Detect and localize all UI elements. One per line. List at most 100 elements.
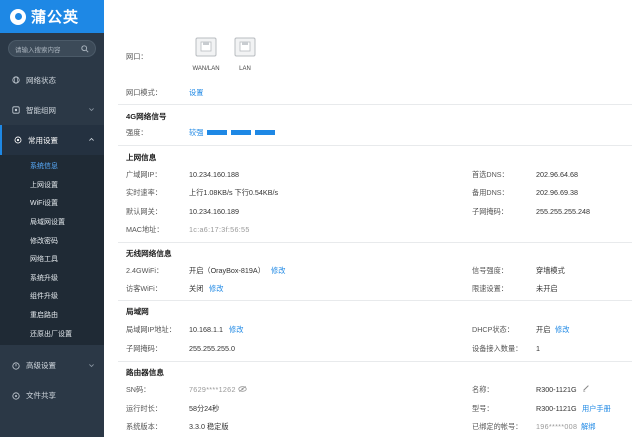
sub-item-factory-reset[interactable]: 还原出厂设置 [0,324,104,343]
bound-account-value: 196*****008 [536,422,577,431]
nav-common-settings[interactable]: 常用设置 [0,125,104,155]
router-name-value: R300-1121G [536,385,577,394]
divider [118,300,632,301]
brand-logo-icon [10,9,26,25]
search-icon[interactable] [81,45,89,53]
wan-mask-value: 255.255.255.248 [536,207,590,216]
lan-mask-label: 子网掩码： [126,344,162,354]
dhcp-label: DHCP状态： [472,325,514,335]
gateway-label: 默认网关： [126,207,162,217]
guest-wifi-label: 访客WiFi： [126,284,162,294]
gateway-value: 10.234.160.189 [189,207,239,216]
chevron-down-icon [88,362,95,369]
nav-smart-network-label: 智能组网 [26,105,56,116]
version-value: 3.3.0 稳定版 [189,422,229,432]
mac-label: MAC地址： [126,225,164,235]
nav-network-status[interactable]: 网络状态 [0,65,104,95]
signal-bar-3 [255,130,275,135]
chevron-down-icon [88,106,95,113]
model-value: R300-1121G [536,404,577,413]
share-icon [12,392,20,400]
nav-file-share[interactable]: 文件共享 [0,381,104,411]
wifi24-value: 开启（OrayBox-819A） [189,266,265,276]
wan-section-title: 上网信息 [126,152,156,163]
nav-file-share-label: 文件共享 [26,390,56,401]
wireless-section-title: 无线网络信息 [126,248,172,259]
network-icon [12,106,20,114]
user-manual-link[interactable]: 用户手册 [582,404,611,414]
dns1-value: 202.96.64.68 [536,170,578,179]
model-label: 型号： [472,404,494,414]
globe-icon [12,76,20,84]
sub-item-network-tools[interactable]: 网络工具 [0,250,104,269]
eye-icon[interactable] [238,385,247,393]
nav-common-settings-label: 常用设置 [28,135,58,146]
lan-section-title: 局域网 [126,306,149,317]
unbind-link[interactable]: 解绑 [581,422,595,432]
wan-ip-value: 10.234.160.188 [189,170,239,179]
guest-wifi-value: 关闭 [189,284,203,294]
router-name-label: 名称： [472,385,494,395]
ethernet-port-icon [234,37,256,57]
wifi24-label: 2.4GWiFi： [126,266,163,276]
lan-mask-value: 255.255.255.0 [189,344,235,353]
divider [118,104,632,105]
router-section-title: 路由器信息 [126,367,164,378]
wan-ip-label: 广域网IP： [126,170,162,180]
speed-limit-value: 未开启 [536,284,558,294]
search-input[interactable]: 请输入搜索内容 [15,44,81,54]
sub-item-wifi-settings[interactable]: WiFi设置 [0,194,104,213]
brand-title: 蒲公英 [31,6,79,27]
lan-ip-edit-link[interactable]: 修改 [229,325,243,335]
sub-item-internet-settings[interactable]: 上网设置 [0,176,104,195]
sub-item-component-upgrade[interactable]: 组件升级 [0,287,104,306]
rate-label: 实时速率： [126,188,162,198]
divider [118,145,632,146]
guest-wifi-edit-link[interactable]: 修改 [209,284,223,294]
signal-bar-1 [207,130,227,135]
signal-strength-label: 强度： [126,128,148,138]
speed-limit-label: 限速设置： [472,284,508,294]
brand-header[interactable]: 蒲公英 [0,0,104,33]
nav-advanced-settings[interactable]: 高级设置 [0,351,104,381]
nav-network-status-label: 网络状态 [26,75,56,86]
port-wan-lan-label: WAN/LAN [188,66,224,72]
dns2-value: 202.96.69.38 [536,188,578,197]
sn-value: 7629****1262 [189,385,236,394]
lan-ip-label: 局域网IP地址： [126,325,176,335]
ethernet-port-icon [195,37,217,57]
mac-value: 1c:a6:17:3f:56:55 [189,225,250,234]
uptime-value: 58分24秒 [189,404,219,414]
divider [118,361,632,362]
dns2-label: 备用DNS： [472,188,509,198]
edit-pencil-icon[interactable] [582,384,590,392]
sub-item-change-password[interactable]: 修改密码 [0,231,104,250]
version-label: 系统版本： [126,422,162,432]
submenu-common-settings: 系统信息 上网设置 WiFi设置 局域网设置 修改密码 网络工具 系统升级 组件… [0,155,104,345]
chevron-up-icon [88,136,95,143]
bound-account-label: 已绑定的帐号： [472,422,522,432]
sub-item-lan-settings[interactable]: 局域网设置 [0,213,104,232]
settings-icon [14,136,22,144]
dns1-label: 首选DNS： [472,170,509,180]
advanced-icon [12,362,20,370]
wifi24-edit-link[interactable]: 修改 [271,266,285,276]
nav-smart-network[interactable]: 智能组网 [0,95,104,125]
wifi-strength-value: 穿墙模式 [536,266,565,276]
sub-item-system-upgrade[interactable]: 系统升级 [0,269,104,288]
wifi-strength-label: 信号强度： [472,266,508,276]
ports-label: 网口： [126,52,148,62]
signal-bar-2 [231,130,251,135]
sub-item-reboot[interactable]: 重启路由 [0,306,104,325]
wan-mask-label: 子网掩码： [472,207,508,217]
dhcp-edit-link[interactable]: 修改 [555,325,569,335]
search-box[interactable]: 请输入搜索内容 [8,40,96,57]
uptime-label: 运行时长： [126,404,162,414]
sub-item-system-info[interactable]: 系统信息 [0,157,104,176]
sidebar: 蒲公英 请输入搜索内容 网络状态 智能组网 常用设置 系统信息 上网设置 WiF… [0,0,104,437]
rate-value: 上行1.08KB/s 下行0.54KB/s [189,188,278,198]
port-mode-label: 网口模式： [126,88,162,98]
nav-advanced-settings-label: 高级设置 [26,360,56,371]
port-mode-settings-link[interactable]: 设置 [189,88,203,98]
main-content: 网口： WAN/LAN LAN 网口模式： 设置 4G网络信号 强度： 较强 上… [104,0,640,437]
